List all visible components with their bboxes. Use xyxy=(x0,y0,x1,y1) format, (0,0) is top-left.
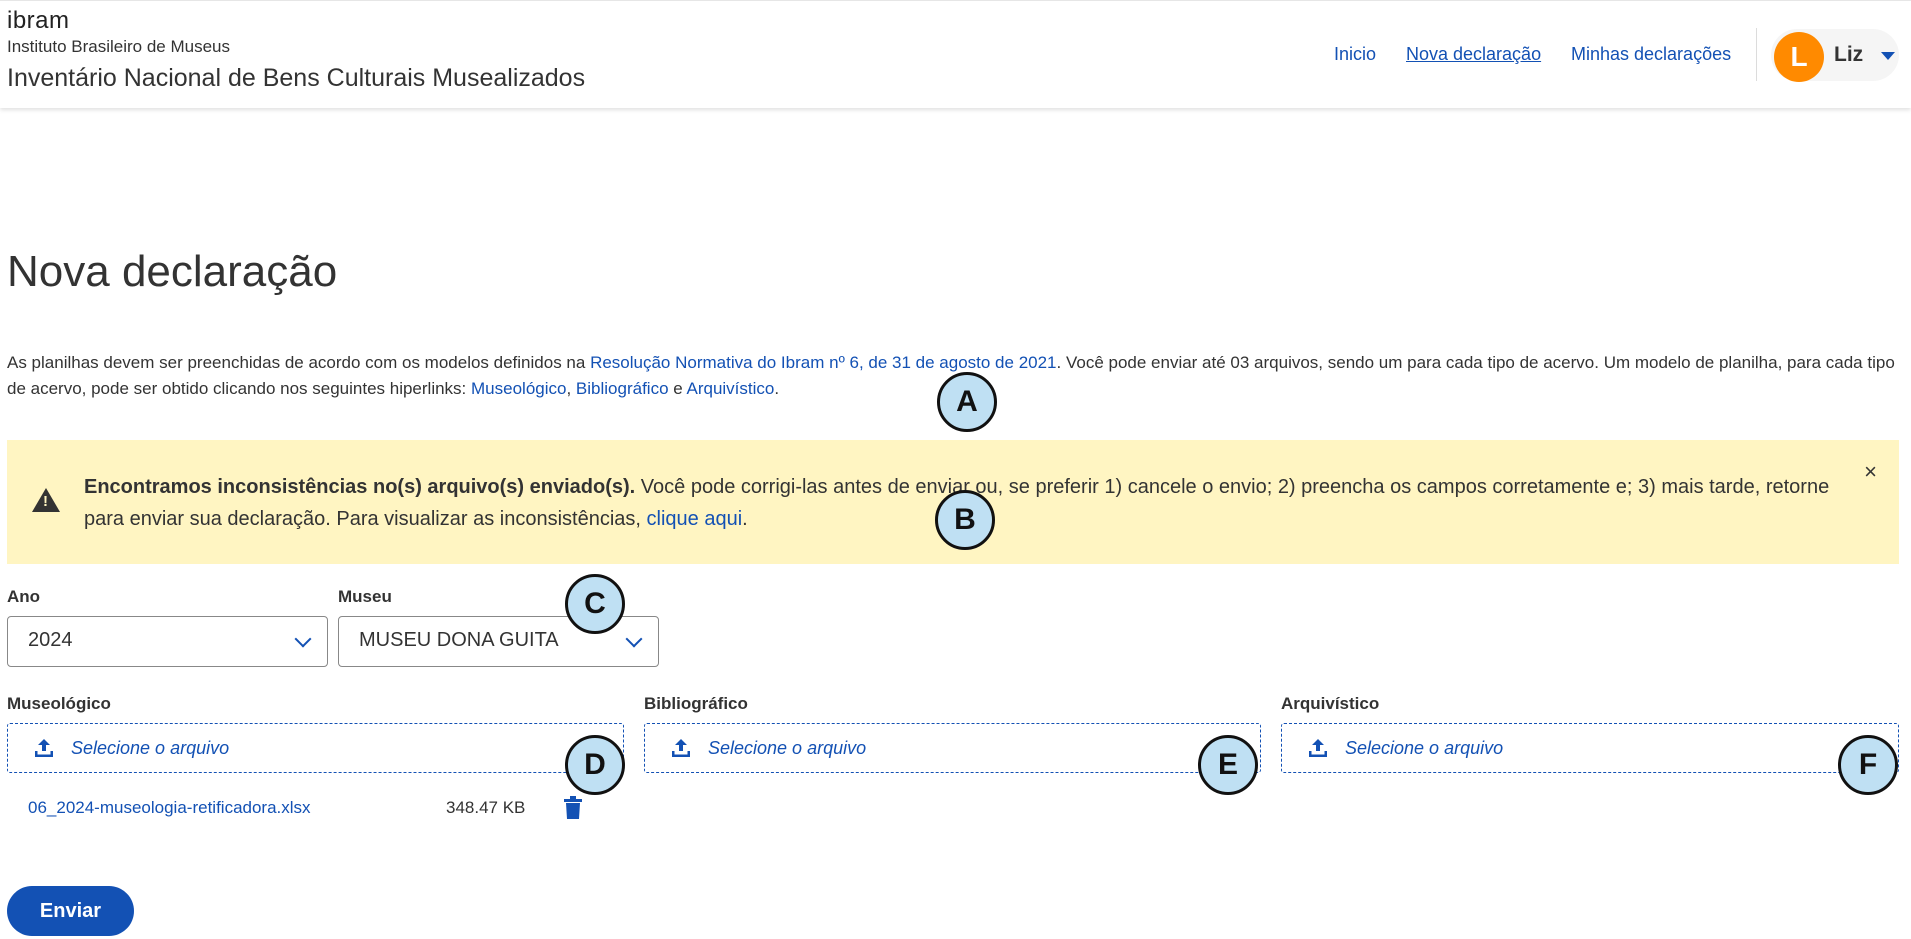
arquivistico-model-link[interactable]: Arquivístico xyxy=(687,379,775,398)
ano-select[interactable]: 2024 xyxy=(7,616,328,667)
museologico-label: Museológico xyxy=(7,694,111,713)
caret-down-icon xyxy=(1881,52,1895,60)
chevron-down-icon xyxy=(625,630,643,648)
museu-value: MUSEU DONA GUITA xyxy=(359,629,559,651)
desc-end: . xyxy=(774,379,780,398)
resolution-link[interactable]: Resolução Normativa do Ibram nº 6, de 31… xyxy=(590,353,1056,372)
museologico-upload[interactable]: Selecione o arquivo xyxy=(7,723,624,773)
annotation-marker-e: E xyxy=(1198,735,1258,795)
desc-text: As planilhas devem ser preenchidas de ac… xyxy=(7,353,591,372)
system-name: Inventário Nacional de Bens Culturais Mu… xyxy=(7,64,586,92)
upload-icon xyxy=(35,739,53,757)
upload-placeholder: Selecione o arquivo xyxy=(1345,738,1504,758)
alert-end: . xyxy=(742,508,748,530)
page-title: Nova declaração xyxy=(7,247,338,296)
nav-inicio[interactable]: Inicio xyxy=(1334,44,1376,65)
annotation-marker-c: C xyxy=(565,574,625,634)
close-icon[interactable]: × xyxy=(1864,459,1877,485)
upload-placeholder: Selecione o arquivo xyxy=(708,738,867,758)
annotation-marker-a: A xyxy=(937,372,997,432)
museologico-model-link[interactable]: Museológico xyxy=(471,379,566,398)
avatar: L xyxy=(1774,32,1824,82)
arquivistico-label: Arquivístico xyxy=(1281,694,1380,713)
ano-value: 2024 xyxy=(28,629,73,651)
org-name: Instituto Brasileiro de Museus xyxy=(7,37,230,56)
desc-sep-1: , xyxy=(566,379,576,398)
upload-icon xyxy=(672,739,690,757)
nav-minhas-declaracoes[interactable]: Minhas declarações xyxy=(1571,44,1731,65)
header-divider xyxy=(1756,28,1757,81)
uploaded-file-link[interactable]: 06_2024-museologia-retificadora.xlsx xyxy=(28,798,311,818)
trash-icon[interactable] xyxy=(562,796,584,820)
user-menu[interactable]: L Liz xyxy=(1771,29,1899,82)
file-size: 348.47 KB xyxy=(446,798,526,817)
ibram-logo[interactable]: ibram xyxy=(7,7,70,35)
nav-nova-declaracao[interactable]: Nova declaração xyxy=(1406,44,1541,65)
submit-button[interactable]: Enviar xyxy=(7,886,134,936)
upload-icon xyxy=(1309,739,1327,757)
arquivistico-upload[interactable]: Selecione o arquivo xyxy=(1281,723,1899,773)
warning-icon xyxy=(32,488,60,512)
chevron-down-icon xyxy=(294,630,312,648)
ano-label: Ano xyxy=(7,587,41,606)
bibliografico-model-link[interactable]: Bibliográfico xyxy=(576,379,669,398)
annotation-marker-d: D xyxy=(565,735,625,795)
annotation-marker-f: F xyxy=(1838,735,1898,795)
desc-sep-2: e xyxy=(668,379,687,398)
upload-placeholder: Selecione o arquivo xyxy=(71,738,230,758)
annotation-marker-b: B xyxy=(935,490,995,550)
view-inconsistencies-link[interactable]: clique aqui xyxy=(647,508,743,530)
app-header: ibram Instituto Brasileiro de Museus Inv… xyxy=(0,0,1911,108)
bibliografico-label: Bibliográfico xyxy=(644,694,748,713)
museu-label: Museu xyxy=(338,587,392,606)
user-name: Liz xyxy=(1834,43,1864,66)
bibliografico-upload[interactable]: Selecione o arquivo xyxy=(644,723,1261,773)
alert-title: Encontramos inconsistências no(s) arquiv… xyxy=(84,476,636,498)
